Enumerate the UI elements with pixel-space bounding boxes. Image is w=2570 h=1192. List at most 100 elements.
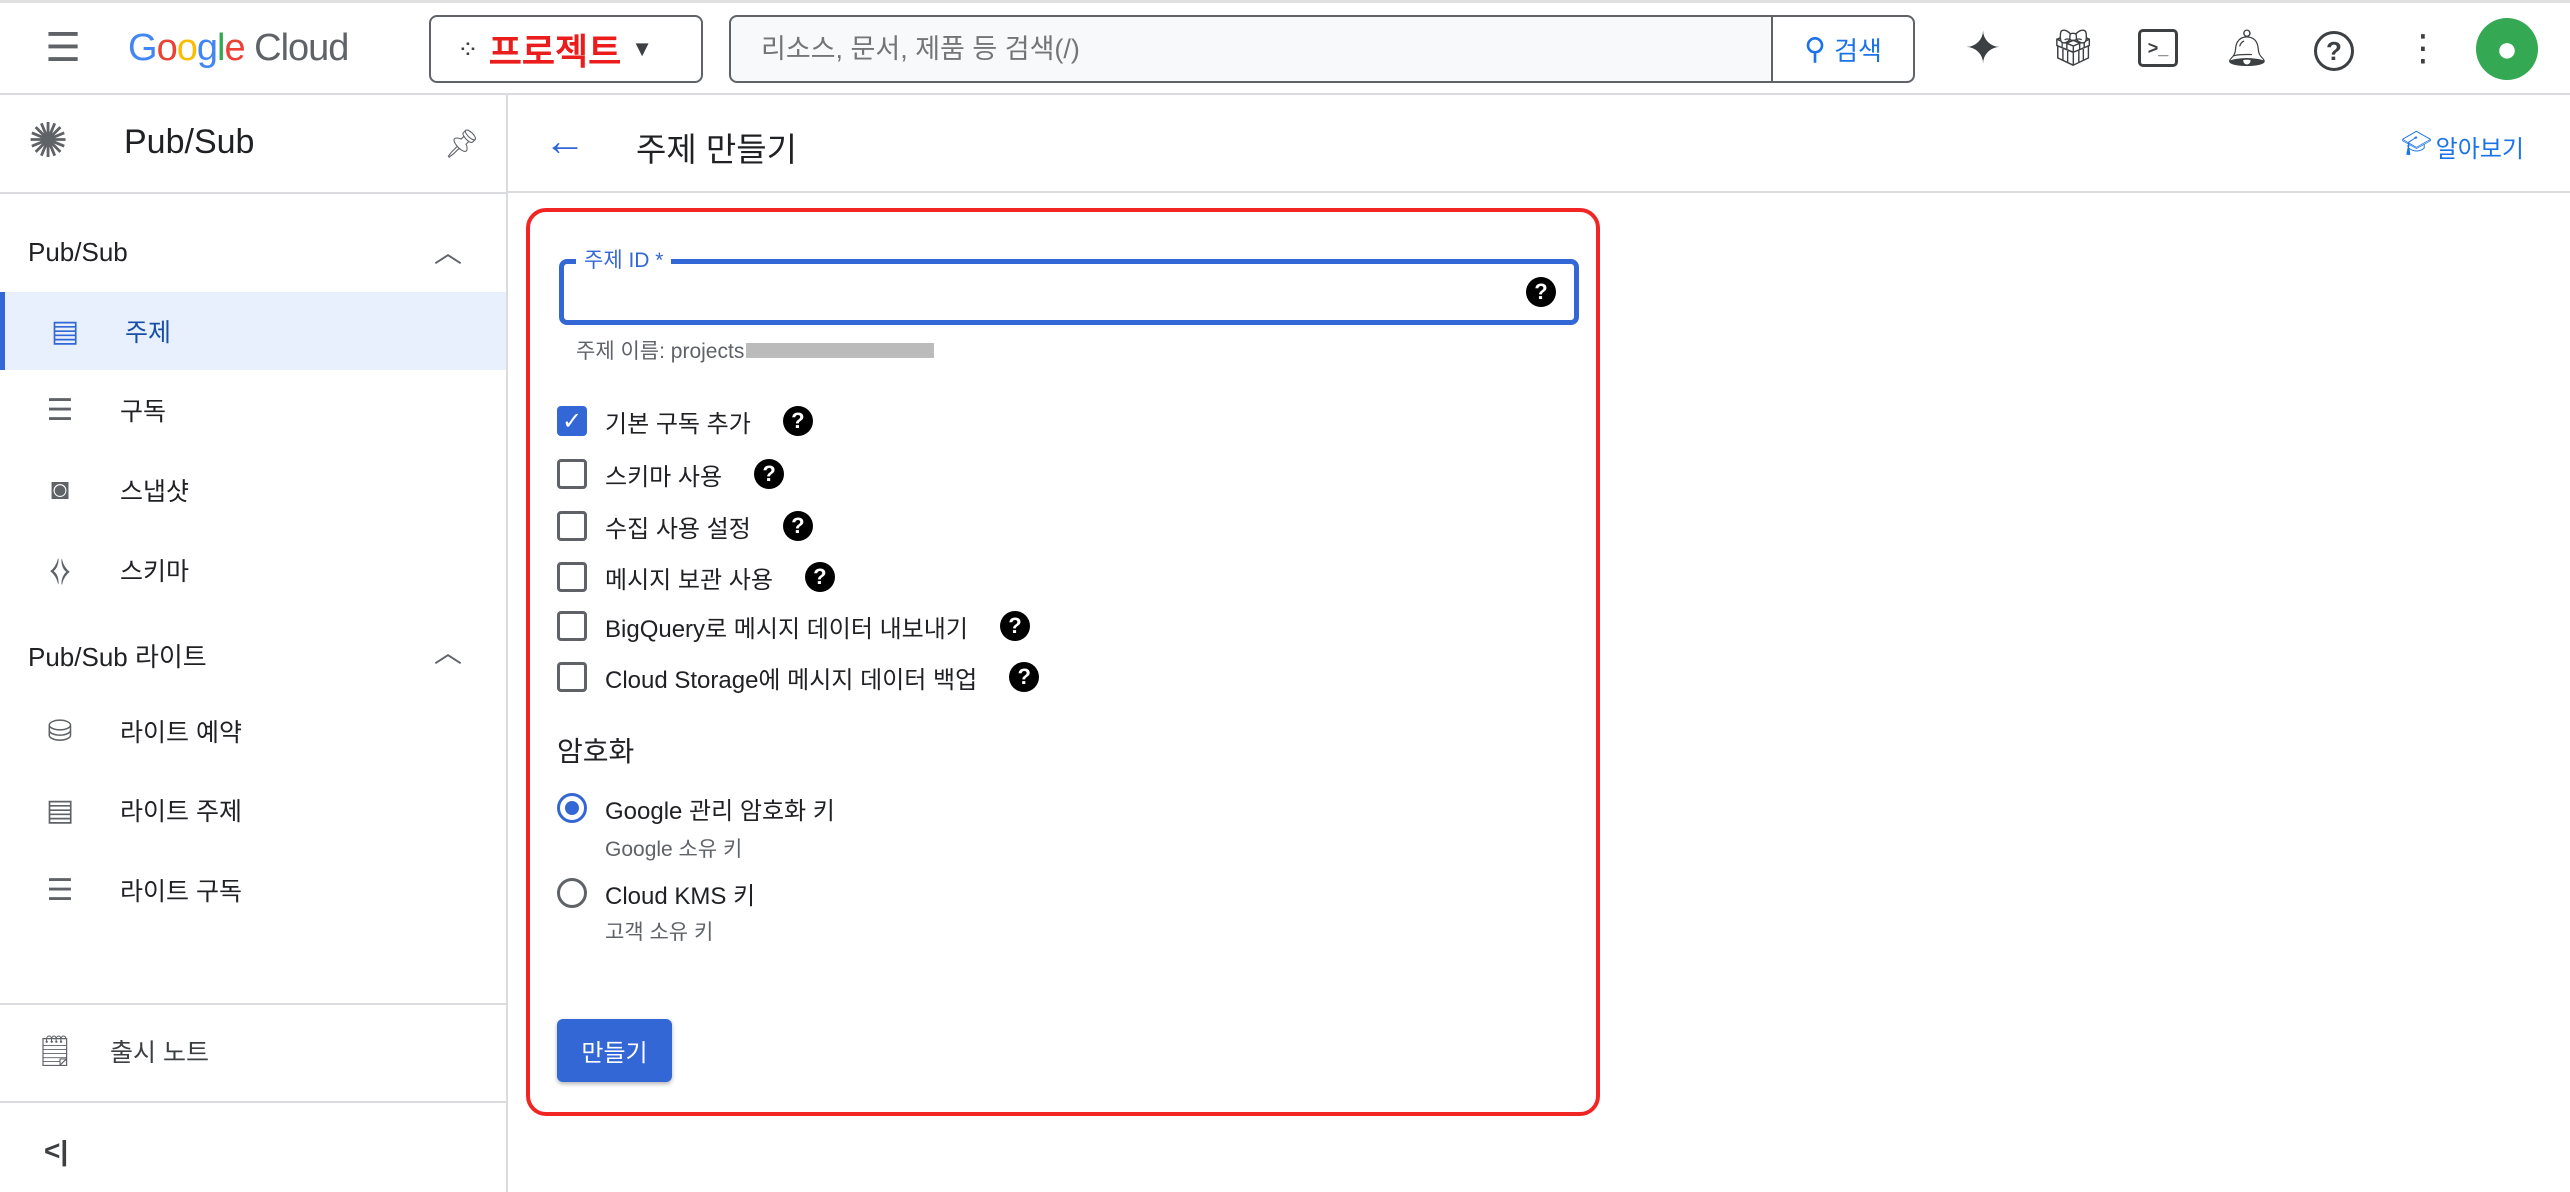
notifications-bell-icon[interactable]: 🔔︎	[2224, 25, 2270, 71]
gift-icon[interactable]: 🎁︎	[2050, 25, 2096, 71]
search-icon: ⚲	[1804, 32, 1827, 66]
checkbox-checked[interactable]: ✓	[557, 406, 587, 436]
option-label: Cloud Storage에 메시지 데이터 백업	[605, 666, 978, 694]
option-ingestion[interactable]: 수집 사용 설정?	[557, 506, 813, 546]
sidebar: ✺ Pub/Sub 📌︎ Pub/Sub ︿ ▤ 주제 ☰ 구독 ◙ 스냅샷 ⧼⧽ 스키…	[0, 95, 508, 1192]
topic-name-prefix: 주제 이름: projects	[576, 340, 745, 363]
sidebar-item-snapshots[interactable]: ◙ 스냅샷	[0, 451, 506, 529]
more-options-icon[interactable]: ⋮	[2400, 25, 2446, 71]
search-button[interactable]: ⚲ 검색	[1771, 17, 1913, 81]
option-label: 스키마 사용	[605, 463, 723, 491]
cloud-shell-icon[interactable]: >_	[2138, 29, 2178, 67]
top-header: ☰ Google Cloud ⁘ 프로젝트 ▼ ⚲검색 ✦ 🎁︎ >_ 🔔︎ ?…	[0, 0, 2570, 95]
option-cloud-storage-backup[interactable]: Cloud Storage에 메시지 데이터 백업?	[557, 657, 1040, 697]
divider	[0, 192, 506, 194]
radio-unselected[interactable]	[557, 878, 587, 908]
checkbox[interactable]	[557, 562, 587, 592]
learn-link[interactable]: 🎓︎ 알아보기	[2401, 129, 2524, 164]
sidebar-item-subscriptions[interactable]: ☰ 구독	[0, 371, 506, 449]
checkbox[interactable]	[557, 459, 587, 489]
title-bar: ← 주제 만들기 🎓︎ 알아보기	[508, 95, 2570, 193]
gemini-sparkle-icon[interactable]: ✦	[1960, 24, 2006, 73]
option-label: 기본 구독 추가	[605, 410, 751, 438]
help-icon[interactable]: ?	[782, 406, 813, 436]
option-use-schema[interactable]: 스키마 사용?	[557, 454, 785, 494]
search-input[interactable]	[731, 33, 1771, 65]
checkbox[interactable]	[557, 511, 587, 541]
search-button-label: 검색	[1834, 35, 1882, 66]
section-header-pubsub-lite[interactable]: Pub/Sub 라이트	[28, 637, 207, 674]
radio-google-managed-key[interactable]: Google 관리 암호화 키	[557, 788, 835, 828]
page-title: 주제 만들기	[636, 131, 797, 168]
checkbox[interactable]	[557, 662, 587, 692]
option-label: 메시지 보관 사용	[605, 566, 773, 594]
user-avatar[interactable]: ●	[2476, 18, 2538, 80]
school-icon: 🎓︎	[2401, 130, 2432, 157]
schema-icon: ⧼⧽	[49, 553, 71, 586]
sidebar-item-label: 라이트 예약	[120, 719, 242, 747]
project-name: 프로젝트	[488, 31, 622, 72]
release-notes-label: 출시 노트	[110, 1039, 209, 1067]
help-icon[interactable]: ?	[2314, 31, 2354, 71]
checkbox[interactable]	[557, 611, 587, 641]
sidebar-item-label: 주제	[125, 319, 172, 347]
product-title: Pub/Sub	[124, 123, 255, 161]
create-button[interactable]: 만들기	[557, 1019, 672, 1082]
pubsub-logo-icon: ✺	[28, 115, 69, 168]
redacted-block	[746, 342, 935, 358]
topic-id-label: 주제 ID *	[576, 244, 672, 274]
sidebar-item-schemas[interactable]: ⧼⧽ 스키마	[0, 531, 506, 609]
list-icon: ☰	[46, 393, 74, 427]
sidebar-item-label: 라이트 주제	[120, 798, 242, 826]
search-bar[interactable]: ⚲검색	[729, 15, 1915, 83]
chevron-up-icon[interactable]: ︿	[434, 231, 462, 271]
sidebar-item-lite-reservations[interactable]: ⛁ 라이트 예약	[0, 692, 506, 770]
radio-label: Cloud KMS 키	[605, 882, 756, 910]
sidebar-item-lite-topics[interactable]: ▤ 라이트 주제	[0, 771, 506, 849]
release-notes-icon: 🗒︎	[35, 1034, 75, 1068]
back-arrow-icon[interactable]: ←	[544, 117, 586, 165]
help-icon[interactable]: ?	[999, 611, 1030, 641]
google-cloud-logo[interactable]: Google Cloud	[128, 27, 349, 70]
radio-sublabel: 고객 소유 키	[605, 921, 714, 944]
radio-selected[interactable]	[557, 793, 587, 823]
sidebar-item-label: 구독	[120, 398, 167, 426]
option-label: 수집 사용 설정	[605, 515, 751, 543]
help-icon[interactable]: ?	[782, 511, 813, 541]
sidebar-item-label: 스냅샷	[120, 478, 190, 506]
sidebar-item-topics[interactable]: ▤ 주제	[0, 292, 506, 370]
radio-sublabel: Google 소유 키	[605, 838, 743, 861]
section-header-pubsub[interactable]: Pub/Sub	[28, 237, 128, 268]
help-icon[interactable]: ?	[754, 459, 785, 489]
sidebar-item-lite-subscriptions[interactable]: ☰ 라이트 구독	[0, 851, 506, 929]
option-label: BigQuery로 메시지 데이터 내보내기	[605, 615, 968, 643]
collapse-sidebar-button[interactable]: <|	[44, 1135, 68, 1167]
help-icon[interactable]: ?	[1526, 277, 1556, 307]
reservation-icon: ⛁	[47, 714, 73, 748]
option-bigquery-export[interactable]: BigQuery로 메시지 데이터 내보내기?	[557, 606, 1030, 646]
project-selector[interactable]: ⁘ 프로젝트 ▼	[429, 15, 703, 83]
option-default-subscription[interactable]: ✓ 기본 구독 추가?	[557, 401, 813, 441]
chevron-up-icon[interactable]: ︿	[434, 631, 462, 671]
help-icon[interactable]: ?	[804, 562, 835, 592]
topic-id-input[interactable]	[578, 272, 1498, 312]
list-icon: ☰	[46, 873, 74, 907]
project-icon: ⁘	[457, 33, 479, 64]
sidebar-item-label: 라이트 구독	[120, 878, 242, 906]
learn-label: 알아보기	[2435, 136, 2524, 163]
radio-cloud-kms-key[interactable]: Cloud KMS 키	[557, 873, 755, 913]
release-notes-link[interactable]: 🗒︎ 출시 노트	[0, 1012, 506, 1090]
topic-icon: ▤	[50, 314, 80, 348]
option-message-retention[interactable]: 메시지 보관 사용?	[557, 557, 835, 597]
sidebar-item-label: 스키마	[120, 558, 190, 586]
pin-icon[interactable]: 📌︎	[444, 127, 480, 160]
radio-label: Google 관리 암호화 키	[605, 797, 835, 825]
hamburger-menu-icon[interactable]: ☰	[40, 25, 86, 71]
snapshot-icon: ◙	[50, 473, 70, 506]
encryption-heading: 암호화	[557, 736, 635, 767]
help-icon[interactable]: ?	[1009, 662, 1040, 692]
topic-name-hint: 주제 이름: projects	[576, 335, 935, 365]
topic-icon: ▤	[45, 793, 75, 827]
topic-id-field[interactable]: 주제 ID * ?	[559, 244, 1579, 325]
dropdown-arrow-icon: ▼	[631, 36, 654, 61]
